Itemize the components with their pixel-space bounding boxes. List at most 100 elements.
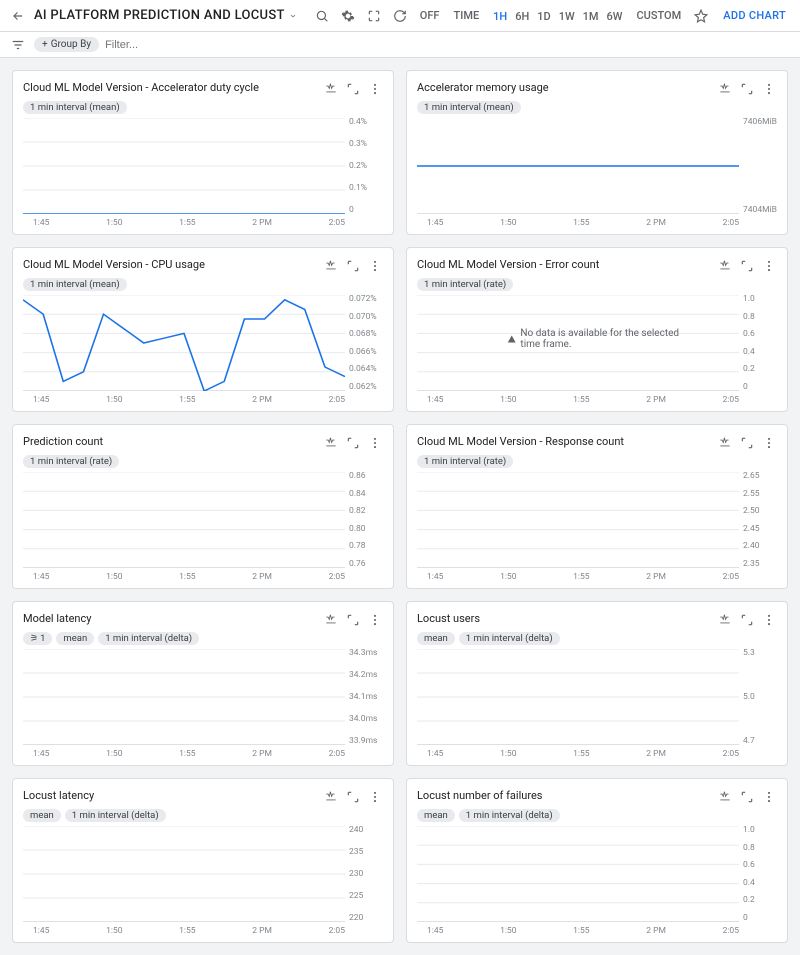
legend-toggle-icon[interactable] [323, 258, 339, 274]
chart-card: Model latency 1mean1 min interval (delta… [12, 601, 394, 766]
add-chart-button[interactable]: ADD CHART [717, 9, 792, 22]
expand-icon[interactable] [739, 258, 755, 274]
time-range-custom[interactable]: CUSTOM [632, 9, 685, 22]
legend-toggle-icon[interactable] [323, 81, 339, 97]
metric-chip[interactable]: 1 min interval (mean) [23, 278, 127, 291]
expand-icon[interactable] [739, 612, 755, 628]
chart-title: Cloud ML Model Version - Response count [417, 435, 711, 449]
more-menu-icon[interactable] [367, 258, 383, 274]
chart-plot[interactable]: 240235230225220 1:451:501:552 PM2:05 [23, 826, 383, 936]
expand-icon[interactable] [739, 81, 755, 97]
more-menu-icon[interactable] [761, 789, 777, 805]
expand-icon[interactable] [345, 789, 361, 805]
chart-plot[interactable]: 0.860.840.820.800.780.76 1:451:501:552 P… [23, 472, 383, 582]
metric-chip[interactable]: 1 min interval (delta) [98, 632, 199, 645]
time-range-6w[interactable]: 6W [603, 10, 627, 23]
y-tick: 0.070% [349, 313, 383, 322]
time-range-6h[interactable]: 6H [511, 10, 533, 23]
y-tick: 0.80 [349, 525, 383, 534]
legend-toggle-icon[interactable] [717, 612, 733, 628]
more-menu-icon[interactable] [367, 81, 383, 97]
filter-input[interactable] [105, 39, 792, 51]
x-tick: 1:50 [500, 926, 516, 936]
chart-plot[interactable]: 0.4%0.3%0.2%0.1%0 1:451:501:552 PM2:05 [23, 118, 383, 228]
expand-icon[interactable] [739, 435, 755, 451]
legend-toggle-icon[interactable] [323, 612, 339, 628]
x-tick: 1:45 [427, 926, 443, 936]
metric-chip[interactable]: mean [417, 809, 455, 822]
more-menu-icon[interactable] [367, 435, 383, 451]
chip-row: 1 min interval (rate) [23, 455, 383, 468]
chart-plot[interactable]: 1.00.80.60.40.20 1:451:501:552 PM2:05 No… [417, 295, 777, 405]
y-tick: 0.82 [349, 507, 383, 516]
y-tick: 0.3% [349, 140, 383, 149]
expand-icon[interactable] [345, 435, 361, 451]
metric-chip[interactable]: 1 min interval (mean) [417, 101, 521, 114]
x-tick: 2:05 [329, 218, 345, 228]
time-range-1h[interactable]: 1H [489, 10, 511, 23]
x-tick: 1:45 [33, 218, 49, 228]
more-menu-icon[interactable] [761, 81, 777, 97]
y-tick: 5.0 [743, 693, 777, 702]
more-menu-icon[interactable] [761, 258, 777, 274]
settings-icon[interactable] [338, 6, 358, 26]
metric-chip[interactable]: 1 min interval (delta) [65, 809, 166, 822]
expand-icon[interactable] [739, 789, 755, 805]
metric-chip[interactable]: mean [417, 632, 455, 645]
time-range-1m[interactable]: 1M [579, 10, 603, 23]
x-tick: 1:50 [500, 749, 516, 759]
page-title[interactable]: AI PLATFORM PREDICTION AND LOCUST [34, 8, 297, 23]
more-menu-icon[interactable] [367, 789, 383, 805]
metric-chip[interactable]: 1 min interval (rate) [417, 455, 513, 468]
group-by-label: Group By [51, 39, 91, 50]
legend-toggle-icon[interactable] [717, 435, 733, 451]
legend-toggle-icon[interactable] [323, 789, 339, 805]
y-tick: 4.7 [743, 737, 777, 746]
metric-chip[interactable]: mean [23, 809, 61, 822]
metric-chip[interactable]: 1 min interval (delta) [459, 632, 560, 645]
chart-plot[interactable]: 2.652.552.502.452.402.35 1:451:501:552 P… [417, 472, 777, 582]
chart-card: Locust latency mean1 min interval (delta… [12, 778, 394, 943]
y-tick: 0.4% [349, 118, 383, 127]
legend-toggle-icon[interactable] [717, 258, 733, 274]
chart-plot[interactable]: 0.072%0.070%0.068%0.066%0.064%0.062% 1:4… [23, 295, 383, 405]
filter-list-icon[interactable] [8, 35, 28, 55]
chip-row: mean 1 min interval (delta) [417, 809, 777, 822]
y-tick: 0.86 [349, 472, 383, 481]
star-icon[interactable] [691, 6, 711, 26]
search-icon[interactable] [312, 6, 332, 26]
legend-toggle-icon[interactable] [717, 81, 733, 97]
y-tick: 34.1ms [349, 693, 383, 702]
chip-row: 1 min interval (rate) [417, 455, 777, 468]
expand-icon[interactable] [345, 258, 361, 274]
legend-toggle-icon[interactable] [717, 789, 733, 805]
chart-plot[interactable]: 7406MiB7404MiB 1:451:501:552 PM2:05 [417, 118, 777, 228]
more-menu-icon[interactable] [761, 612, 777, 628]
y-tick: 1.0 [743, 826, 777, 835]
x-tick: 2:05 [723, 395, 739, 405]
chart-plot[interactable]: 5.35.04.7 1:451:501:552 PM2:05 [417, 649, 777, 759]
expand-icon[interactable] [345, 612, 361, 628]
metric-chip[interactable]: 1 min interval (delta) [459, 809, 560, 822]
expand-icon[interactable] [345, 81, 361, 97]
chart-plot[interactable]: 34.3ms34.2ms34.1ms34.0ms33.9ms 1:451:501… [23, 649, 383, 759]
group-by-chip[interactable]: +Group By [34, 37, 99, 52]
fullscreen-icon[interactable] [364, 6, 384, 26]
metric-chip[interactable]: 1 min interval (rate) [23, 455, 119, 468]
chart-grid: Cloud ML Model Version - Accelerator dut… [0, 58, 800, 955]
legend-toggle-icon[interactable] [323, 435, 339, 451]
auto-refresh-off[interactable]: OFF [416, 9, 444, 22]
x-axis: 1:451:501:552 PM2:05 [33, 218, 345, 228]
refresh-icon[interactable] [390, 6, 410, 26]
time-range-1w[interactable]: 1W [555, 10, 579, 23]
more-menu-icon[interactable] [367, 612, 383, 628]
metric-chip[interactable]: 1 min interval (mean) [23, 101, 127, 114]
time-range-1d[interactable]: 1D [533, 10, 554, 23]
back-arrow-icon[interactable] [8, 6, 28, 26]
chart-plot[interactable]: 1.00.80.60.40.20 1:451:501:552 PM2:05 [417, 826, 777, 936]
metric-chip[interactable]: 1 min interval (rate) [417, 278, 513, 291]
metric-chip[interactable]: mean [56, 632, 94, 645]
chip-row: mean 1 min interval (delta) [417, 632, 777, 645]
more-menu-icon[interactable] [761, 435, 777, 451]
filter-chip[interactable]: 1 [23, 632, 52, 645]
